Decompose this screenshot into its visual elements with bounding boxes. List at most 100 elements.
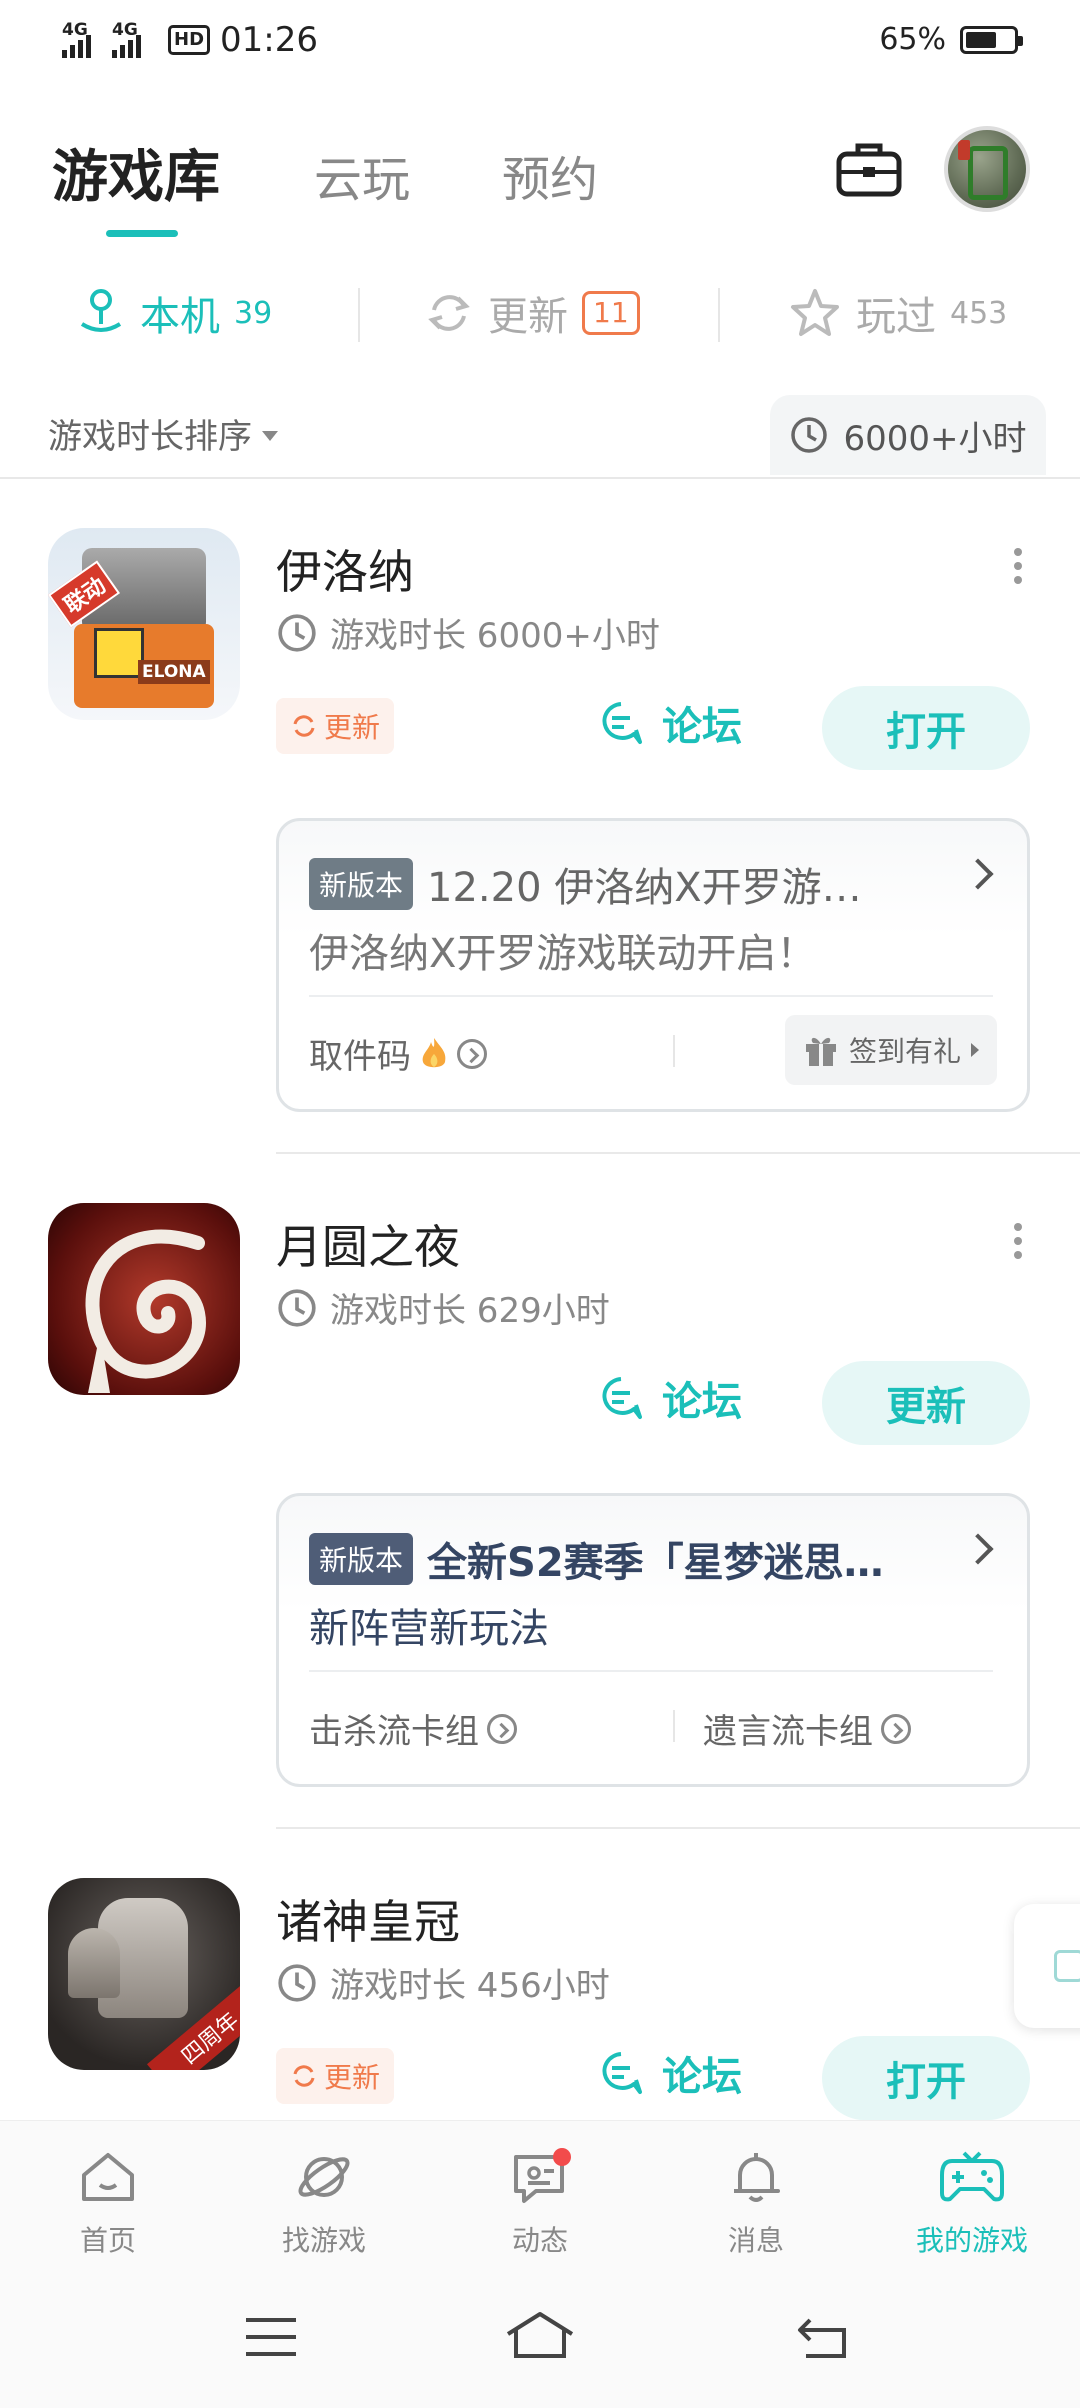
game-icon-elona[interactable]: ELONA 联动 [48,528,240,720]
nav-messages[interactable]: 消息 [666,2145,846,2259]
news-title: 12.20 伊洛纳X开罗游… [427,865,862,911]
divider [276,1152,1080,1154]
tab-reservation[interactable]: 预约 [502,140,598,210]
tab-cloud-play[interactable]: 云玩 [314,140,410,210]
news-link-label: 击杀流卡组 [309,1712,479,1752]
chat-icon [514,2148,571,2203]
icon-label: ELONA [138,660,210,684]
status-bar: 4G 4G HD 01:26 65% [0,0,1080,82]
more-options-icon[interactable] [1014,548,1024,588]
signin-label: 签到有礼 [848,1035,961,1068]
fire-icon [422,1037,446,1067]
forum-button[interactable]: 论坛 [596,2044,742,2102]
nav-home[interactable]: 首页 [18,2145,198,2259]
divider [309,1670,993,1672]
nav-label: 动态 [511,2224,568,2257]
forum-chat-icon [602,702,642,744]
forum-label: 论坛 [662,1379,742,1425]
update-tag-label: 更新 [324,711,381,744]
news-link-label: 取件码 [309,1037,411,1077]
clock-icon [278,613,316,652]
nav-label: 消息 [727,2224,784,2257]
chevron-right-icon [962,1533,994,1565]
tab-game-library[interactable]: 游戏库 [52,132,220,213]
caret-down-icon [262,430,278,441]
update-tag[interactable]: 更新 [276,698,395,754]
playtime-text: 游戏时长 456小时 [330,1966,610,2006]
menu-icon[interactable] [244,2314,298,2360]
total-playtime-value: 6000+小时 [843,418,1027,459]
user-avatar[interactable] [944,126,1030,212]
bottom-nav: 首页 找游戏 动态 消息 我的游戏 [0,2120,1080,2270]
game-playtime: 游戏时长 456小时 [276,1958,610,2007]
nav-label: 找游戏 [281,2224,366,2257]
nav-feed[interactable]: 动态 [450,2145,630,2259]
filter-local-count: 39 [234,295,273,331]
open-button[interactable]: 打开 [822,2036,1030,2120]
arrow-circle-icon [881,1713,911,1744]
nav-label: 我的游戏 [915,2224,1028,2257]
news-link-pickup-code[interactable]: 取件码 [309,1029,487,1078]
divider [276,1827,1080,1829]
total-playtime: 6000+小时 [770,395,1046,475]
game-playtime: 游戏时长 6000+小时 [276,608,660,657]
home-system-icon[interactable] [504,2310,576,2362]
new-version-badge: 新版本 [309,1533,414,1585]
news-card[interactable]: 新版本 12.20 伊洛纳X开罗游… 伊洛纳X开罗游戏联动开启！ 取件码 签到有… [276,818,1030,1112]
game-icon-crown-of-gods[interactable]: 四周年 [48,1878,240,2070]
toolbox-icon[interactable] [836,142,902,198]
download-icon [1054,1950,1080,1982]
news-link-label: 遗言流卡组 [703,1712,873,1752]
game-title[interactable]: 伊洛纳 [276,536,414,602]
news-card[interactable]: 新版本 全新S2赛季「星梦迷思… 新阵营新玩法 击杀流卡组 遗言流卡组 [276,1493,1030,1787]
floating-download-tab[interactable] [1014,1904,1080,2028]
filter-played[interactable]: 玩过 453 [788,284,1007,342]
news-link-kill-deck[interactable]: 击杀流卡组 [309,1704,517,1753]
forum-chat-icon [602,1377,642,1419]
forum-button[interactable]: 论坛 [596,1369,742,1427]
cell-signal-1-icon: 4G [62,20,102,58]
cell-signal-2-icon: 4G [112,20,158,58]
update-tag[interactable]: 更新 [276,2048,395,2104]
filter-local[interactable]: 本机 39 [76,284,272,342]
filter-updates[interactable]: 更新 11 [424,284,640,342]
game-title[interactable]: 月圆之夜 [276,1211,460,1277]
divider [673,1035,675,1067]
game-title[interactable]: 诸神皇冠 [276,1886,460,1952]
more-options-icon[interactable] [1014,1223,1024,1263]
updates-count-badge: 11 [582,291,640,335]
update-tag-label: 更新 [324,2061,381,2094]
signin-gift-button[interactable]: 签到有礼 [784,1015,997,1085]
filter-updates-label: 更新 [488,294,568,340]
hd-voice-icon: HD [168,25,211,55]
system-nav-bar [0,2270,1080,2408]
filter-played-label: 玩过 [856,294,936,340]
open-button[interactable]: 打开 [822,686,1030,770]
update-button[interactable]: 更新 [822,1361,1030,1445]
clock-icon [278,1288,316,1327]
moon-swirl-icon [85,1229,206,1393]
gamepad-icon [940,2151,1004,2202]
joystick-icon [80,289,122,332]
clock-icon [278,1963,316,2002]
chevron-right-icon [962,858,994,890]
nav-my-games[interactable]: 我的游戏 [882,2145,1062,2259]
divider [358,288,360,342]
playtime-text: 游戏时长 6000+小时 [330,616,660,656]
sort-row: 游戏时长排序 6000+小时 [0,395,1080,475]
sort-dropdown[interactable]: 游戏时长排序 [48,409,278,458]
nav-find-games[interactable]: 找游戏 [234,2145,414,2259]
forum-label: 论坛 [662,704,742,750]
sort-label: 游戏时长排序 [48,417,252,457]
filter-local-label: 本机 [140,294,220,340]
news-title: 全新S2赛季「星梦迷思… [427,1540,884,1586]
playtime-text: 游戏时长 629小时 [330,1291,610,1331]
news-subtitle: 新阵营新玩法 [309,1606,549,1652]
battery-icon [960,25,1023,54]
game-icon-night-of-full-moon[interactable] [48,1203,240,1395]
forum-button[interactable]: 论坛 [596,694,742,752]
back-icon[interactable] [796,2312,852,2360]
game-playtime: 游戏时长 629小时 [276,1283,610,1332]
news-link-deathrattle-deck[interactable]: 遗言流卡组 [703,1704,911,1753]
top-tabs: 游戏库 云玩 预约 [0,120,1080,250]
